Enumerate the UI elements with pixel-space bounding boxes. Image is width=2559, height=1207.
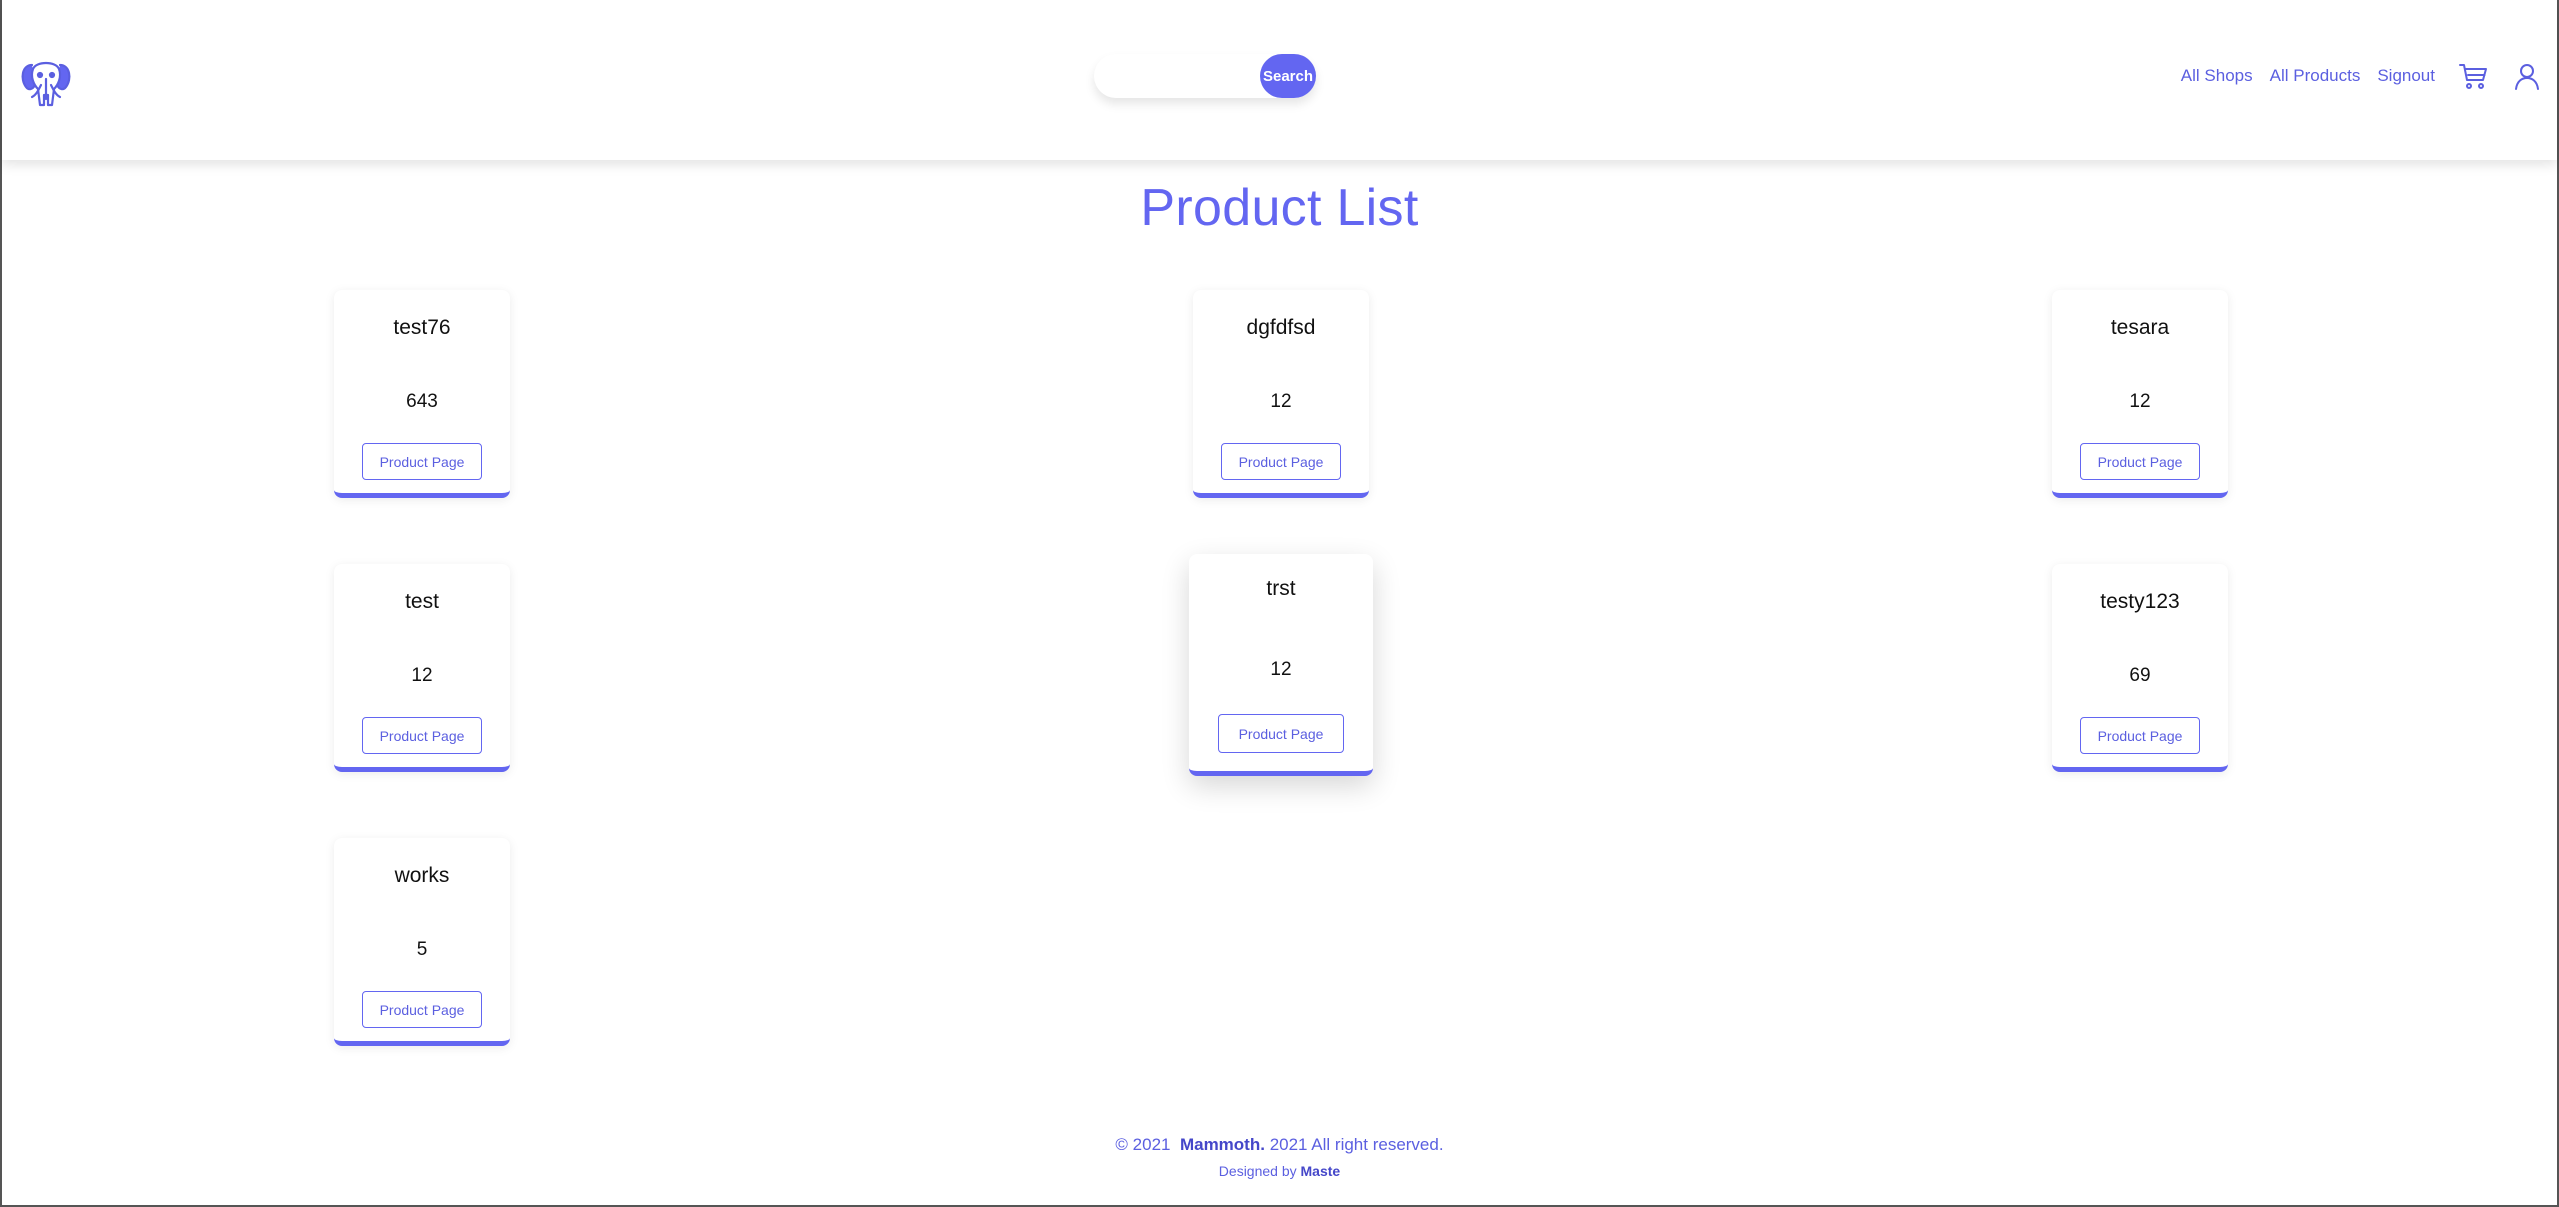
search-input[interactable] (1094, 54, 1254, 98)
product-page-button[interactable]: Product Page (362, 991, 482, 1028)
product-card: works 5 Product Page (334, 838, 510, 1046)
page-title: Product List (1140, 179, 1419, 237)
copyright-prefix: © 2021 (1115, 1135, 1171, 1154)
product-page-button[interactable]: Product Page (1218, 714, 1344, 753)
product-page-button[interactable]: Product Page (362, 717, 482, 754)
elephant-logo-icon[interactable] (18, 55, 74, 111)
product-name: trst (1266, 577, 1296, 600)
product-name: test (405, 590, 439, 613)
search-button[interactable]: Search (1260, 54, 1316, 98)
product-value: 643 (406, 391, 438, 412)
product-value: 12 (1270, 659, 1292, 680)
product-page-button[interactable]: Product Page (1221, 443, 1341, 480)
product-card: dgfdfsd 12 Product Page (1193, 290, 1369, 498)
product-value: 12 (1270, 391, 1292, 412)
product-card: test76 643 Product Page (334, 290, 510, 498)
product-value: 12 (411, 665, 433, 686)
product-card: testy123 69 Product Page (2052, 564, 2228, 772)
designed-by-prefix: Designed by (1218, 1163, 1297, 1179)
product-value: 5 (416, 939, 428, 960)
footer: © 2021 Mammoth. 2021 All right reserved.… (2, 1135, 2557, 1179)
top-header: Search All Shops All Products Signout (2, 0, 2557, 160)
product-name: tesara (2110, 316, 2170, 339)
product-name: test76 (393, 316, 451, 339)
cart-icon[interactable] (2457, 60, 2489, 92)
designer-name: Maste (1300, 1163, 1341, 1179)
product-card: test 12 Product Page (334, 564, 510, 772)
copyright-text: © 2021 Mammoth. 2021 All right reserved. (2, 1135, 2557, 1155)
nav-all-products[interactable]: All Products (2270, 66, 2361, 86)
product-name: testy123 (2100, 590, 2180, 613)
brand-name: Mammoth. (1179, 1135, 1265, 1154)
product-name: dgfdfsd (1246, 316, 1316, 339)
product-page-button[interactable]: Product Page (362, 443, 482, 480)
product-card: tesara 12 Product Page (2052, 290, 2228, 498)
product-name: works (394, 864, 450, 887)
search-bar: Search (1094, 54, 1316, 98)
nav-all-shops[interactable]: All Shops (2181, 66, 2253, 86)
product-card-hovered: trst 12 Product Page (1189, 554, 1373, 776)
product-page-button[interactable]: Product Page (2080, 443, 2200, 480)
product-page-button[interactable]: Product Page (2080, 717, 2200, 754)
product-value: 12 (2129, 391, 2151, 412)
main-nav: All Shops All Products Signout (2164, 60, 2543, 92)
user-icon[interactable] (2511, 60, 2543, 92)
nav-signout[interactable]: Signout (2377, 66, 2435, 86)
copyright-suffix: 2021 All right reserved. (1269, 1135, 1444, 1154)
product-value: 69 (2129, 665, 2151, 686)
designed-by-text: Designed by Maste (2, 1163, 2557, 1179)
